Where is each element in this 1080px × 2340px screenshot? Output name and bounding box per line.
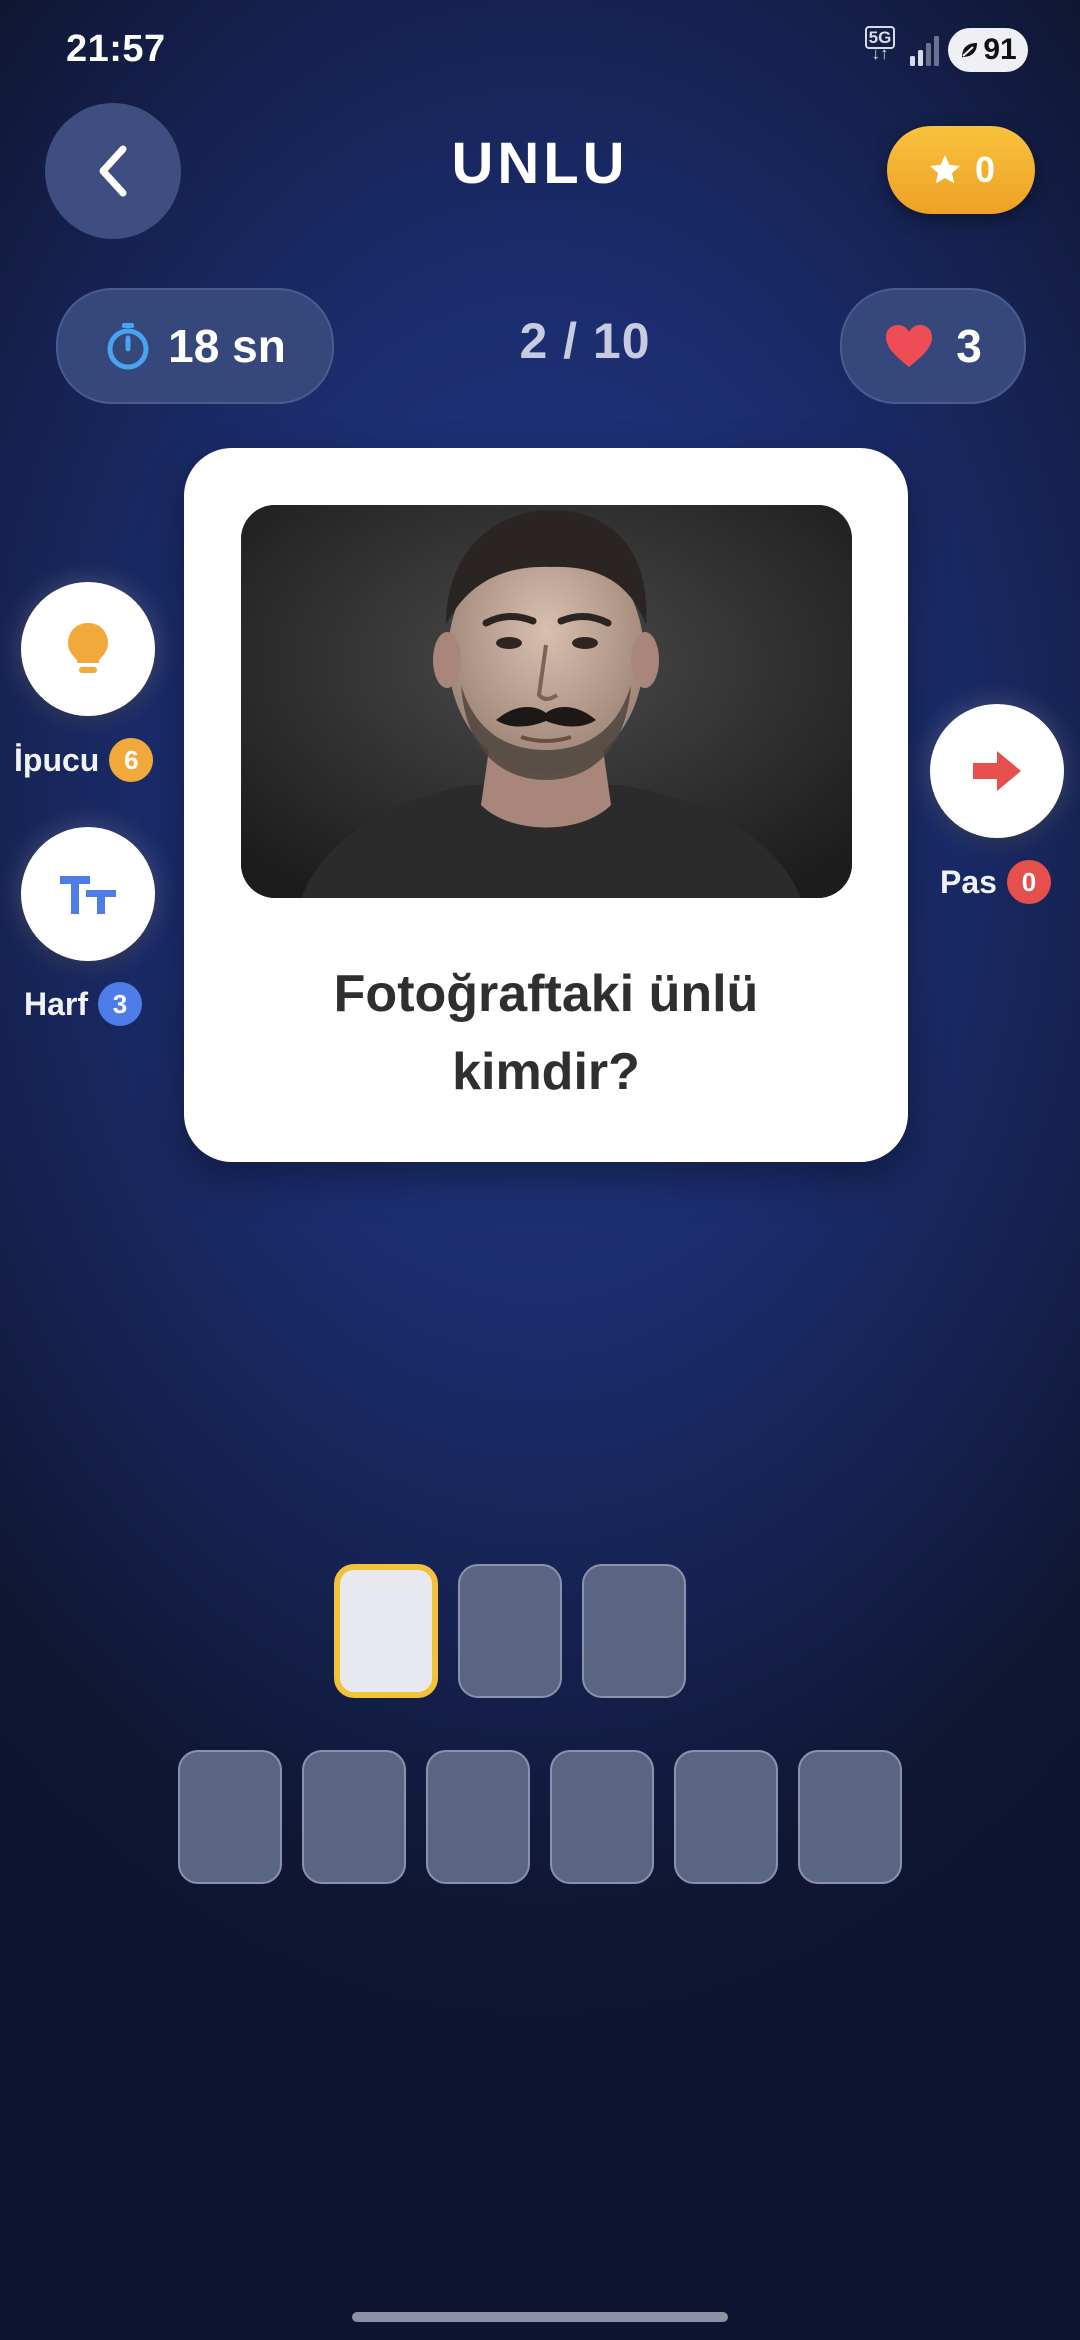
answer-slot[interactable] xyxy=(550,1750,654,1884)
pass-count-badge: 0 xyxy=(1006,860,1051,904)
letter-label-row: Harf 3 xyxy=(24,982,143,1026)
answer-slot[interactable] xyxy=(582,1564,686,1698)
signal-icon xyxy=(910,36,939,66)
network-5g-icon: 5G ↓↑ xyxy=(862,26,898,64)
back-button[interactable] xyxy=(45,103,181,239)
score-value: 0 xyxy=(974,149,996,190)
letter-reveal-button[interactable] xyxy=(21,827,155,961)
answer-slot[interactable] xyxy=(458,1564,562,1698)
letter-count-badge: 3 xyxy=(98,982,143,1026)
question-progress: 2 / 10 xyxy=(519,313,651,369)
stopwatch-icon xyxy=(107,323,149,370)
lightbulb-icon xyxy=(68,623,108,673)
page-title: UNLU xyxy=(451,131,629,196)
leaf-icon xyxy=(962,43,978,57)
timer-pill: 18 sn xyxy=(56,288,334,404)
home-indicator[interactable] xyxy=(352,2312,728,2322)
hint-label-row: İpucu 6 xyxy=(14,738,154,782)
text-size-icon xyxy=(60,876,116,914)
answer-slot[interactable] xyxy=(798,1750,902,1884)
pass-button[interactable] xyxy=(930,704,1064,838)
answer-slot[interactable] xyxy=(426,1750,530,1884)
question-text: Fotoğraftaki ünlü kimdir? xyxy=(333,965,759,1101)
battery-level: 91 xyxy=(983,33,1017,66)
score-badge[interactable]: 0 xyxy=(887,126,1035,214)
heart-icon xyxy=(886,325,933,367)
hint-button[interactable] xyxy=(21,582,155,716)
celebrity-photo xyxy=(241,505,852,898)
battery-indicator: 91 xyxy=(948,28,1028,72)
answer-slot[interactable] xyxy=(178,1750,282,1884)
pass-label-row: Pas 0 xyxy=(940,860,1051,904)
answer-slot[interactable] xyxy=(334,1564,438,1698)
hint-count-badge: 6 xyxy=(109,738,154,782)
answer-slot[interactable] xyxy=(302,1750,406,1884)
answer-slot[interactable] xyxy=(674,1750,778,1884)
hint-label: İpucu xyxy=(14,741,100,778)
star-icon xyxy=(929,155,960,184)
lives-value: 3 xyxy=(956,320,982,372)
timer-value: 18 sn xyxy=(168,320,286,372)
lives-pill: 3 xyxy=(840,288,1026,404)
letter-label: Harf xyxy=(24,985,89,1022)
pass-label: Pas xyxy=(940,863,997,900)
status-time: 21:57 xyxy=(66,28,166,70)
chevron-left-icon xyxy=(99,145,127,197)
arrow-right-icon xyxy=(973,751,1021,791)
